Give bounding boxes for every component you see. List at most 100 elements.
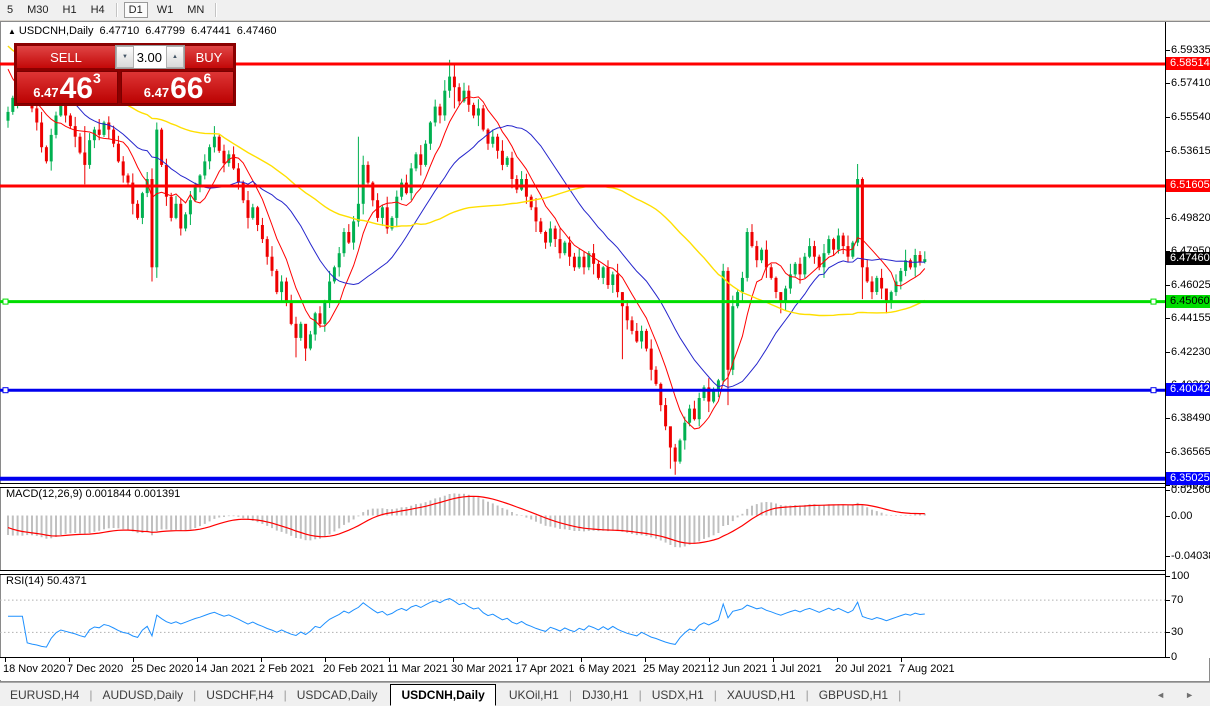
date-tick-mark	[837, 658, 838, 662]
tab-usdcad-daily[interactable]: USDCAD,Daily	[287, 685, 388, 705]
axis-tick-mark	[1166, 117, 1170, 118]
date-tick-mark	[709, 658, 710, 662]
tab-usdchf-h4[interactable]: USDCHF,H4	[196, 685, 283, 705]
chart-macd-splitter[interactable]	[0, 483, 1210, 488]
sell-button[interactable]: SELL	[16, 45, 115, 69]
price-axis-label: 6.46025	[1171, 279, 1210, 291]
axis-tick-mark	[1166, 352, 1170, 353]
one-click-trading-panel: SELL ▼ 3.00 ▲ BUY 6.47463 6.47666	[14, 43, 236, 106]
axis-tick-mark	[1166, 151, 1170, 152]
bid-price-sup: 3	[93, 70, 101, 86]
rsi-value: 50.4371	[47, 575, 87, 587]
chart-title: ▲USDCNH,Daily 6.47710 6.47799 6.47441 6.4746…	[8, 25, 283, 37]
bid-price-panel[interactable]: 6.47463	[16, 71, 118, 104]
ask-price-panel[interactable]: 6.47666	[121, 71, 234, 104]
tab-xauusd-h1[interactable]: XAUUSD,H1	[717, 685, 806, 705]
rsi-axis-label: 0	[1171, 651, 1177, 663]
tab-usdcnh-daily[interactable]: USDCNH,Daily	[390, 684, 495, 706]
ohlc-close: 6.47460	[237, 25, 277, 37]
rsi-panel-canvas[interactable]	[0, 573, 1165, 658]
axis-tick-mark	[1166, 83, 1170, 84]
date-tick-mark	[645, 658, 646, 662]
date-label: 7 Dec 2020	[67, 663, 123, 675]
date-tick-mark	[773, 658, 774, 662]
triangle-up-icon: ▲	[172, 54, 178, 60]
timeframe-button-mn[interactable]: MN	[182, 2, 209, 18]
timeframe-button-5[interactable]: 5	[2, 2, 18, 18]
macd-label: MACD(12,26,9) 0.001844 0.001391	[6, 488, 180, 500]
axis-tick-mark	[1166, 50, 1170, 51]
tab-usdx-h1[interactable]: USDX,H1	[642, 685, 714, 705]
timeframe-toolbar: 5M30 H1H4 D1W1MN	[0, 0, 1210, 21]
tab-dj30-h1[interactable]: DJ30,H1	[572, 685, 639, 705]
tab-separator: |	[898, 688, 901, 702]
macd-rsi-splitter[interactable]	[0, 570, 1210, 575]
axis-tick-mark	[1166, 490, 1170, 491]
date-label: 18 Nov 2020	[3, 663, 65, 675]
buy-button[interactable]: BUY	[185, 45, 234, 69]
date-tick-mark	[261, 658, 262, 662]
price-axis-label: 6.44155	[1171, 312, 1210, 324]
date-tick-mark	[197, 658, 198, 662]
axis-tick-mark	[1166, 516, 1170, 517]
ohlc-low: 6.47441	[191, 25, 231, 37]
triangle-down-icon: ▼	[122, 54, 128, 60]
bid-price-big: 46	[60, 76, 93, 102]
macd-axis-label: 0.025609	[1171, 484, 1210, 496]
ohlc-open: 6.47710	[99, 25, 139, 37]
date-label: 6 May 2021	[579, 663, 636, 675]
rsi-axis-label: 100	[1171, 570, 1189, 582]
volume-decrease-button[interactable]: ▼	[116, 46, 134, 68]
timeframe-button-m30[interactable]: M30	[22, 2, 53, 18]
date-label: 20 Feb 2021	[323, 663, 385, 675]
axis-tick-mark	[1166, 632, 1170, 633]
axis-tick-mark	[1166, 657, 1170, 658]
date-label: 12 Jun 2021	[707, 663, 768, 675]
date-tick-mark	[453, 658, 454, 662]
tab-scroll-right-icon[interactable]: ►	[1185, 690, 1194, 700]
date-label: 30 Mar 2021	[451, 663, 513, 675]
date-label: 14 Jan 2021	[195, 663, 256, 675]
price-axis-label: 6.36565	[1171, 446, 1210, 458]
collapse-triangle-icon[interactable]: ▲	[8, 27, 16, 36]
tab-audusd-daily[interactable]: AUDUSD,Daily	[92, 685, 193, 705]
rsi-axis-label: 70	[1171, 594, 1183, 606]
date-tick-mark	[581, 658, 582, 662]
volume-spinner: ▼ 3.00 ▲	[115, 45, 185, 69]
date-tick-mark	[389, 658, 390, 662]
tab-eurusd-h4[interactable]: EURUSD,H4	[0, 685, 89, 705]
tab-gbpusd-h1[interactable]: GBPUSD,H1	[809, 685, 898, 705]
timeframe-button-d1[interactable]: D1	[124, 2, 148, 18]
tab-scroll-arrows: ◄►	[1156, 690, 1194, 700]
price-axis-label: 6.55540	[1171, 111, 1210, 123]
axis-tick-mark	[1166, 576, 1170, 577]
rsi-label: RSI(14) 50.4371	[6, 575, 87, 587]
macd-values: 0.001844 0.001391	[85, 488, 180, 500]
time-axis[interactable]: 18 Nov 20207 Dec 202025 Dec 202014 Jan 2…	[0, 658, 1165, 680]
axis-tick-mark	[1166, 556, 1170, 557]
tab-scroll-left-icon[interactable]: ◄	[1156, 690, 1165, 700]
price-axis-label: 6.59335	[1171, 44, 1210, 56]
volume-increase-button[interactable]: ▲	[166, 46, 184, 68]
rsi-axis-label: 30	[1171, 626, 1183, 638]
date-tick-mark	[5, 658, 6, 662]
trade-panel-top-row: SELL ▼ 3.00 ▲ BUY	[16, 45, 234, 69]
date-tick-mark	[901, 658, 902, 662]
price-axis[interactable]: 6.593356.574106.555406.536156.516906.498…	[1165, 22, 1210, 658]
price-axis-label: 6.42230	[1171, 346, 1210, 358]
tab-ukoil-h1[interactable]: UKOil,H1	[499, 685, 569, 705]
volume-input[interactable]: 3.00	[134, 46, 166, 68]
chart-tab-bar: EURUSD,H4|AUDUSD,Daily|USDCHF,H4|USDCAD,…	[0, 682, 1210, 706]
price-axis-label: 6.57410	[1171, 77, 1210, 89]
price-axis-label: 6.49820	[1171, 212, 1210, 224]
price-tag-6.58514: 6.58514	[1166, 57, 1210, 70]
chart-symbol-label: USDCNH,Daily	[19, 25, 94, 37]
timeframe-button-h4[interactable]: H4	[86, 2, 110, 18]
timeframe-button-h1[interactable]: H1	[58, 2, 82, 18]
axis-tick-mark	[1166, 452, 1170, 453]
ohlc-high: 6.47799	[145, 25, 185, 37]
timeframe-button-w1[interactable]: W1	[152, 2, 179, 18]
price-tag-6.47460: 6.47460	[1166, 252, 1210, 265]
date-label: 2 Feb 2021	[259, 663, 315, 675]
date-label: 25 May 2021	[643, 663, 707, 675]
